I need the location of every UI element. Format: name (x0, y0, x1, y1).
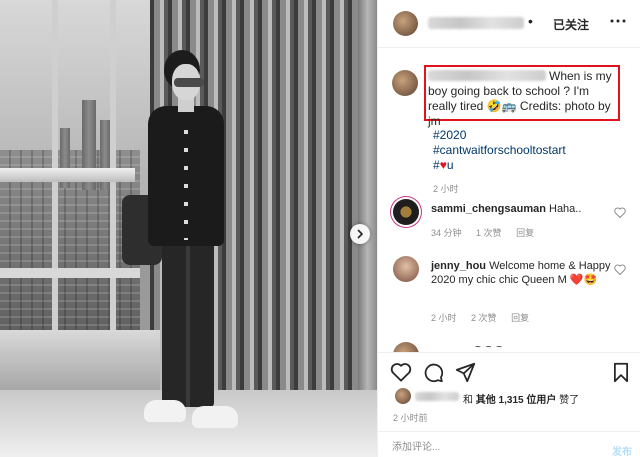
heart-outline-icon (390, 363, 412, 382)
comment-like-count[interactable]: 2 次赞 (471, 313, 497, 323)
hashtag-link[interactable]: #cantwaitforschooltostart (433, 143, 566, 158)
caption-hashtags: #2020 #cantwaitforschooltostart #♥u (433, 128, 566, 173)
window-frame (0, 268, 140, 278)
comment-text: Haha.. (549, 203, 582, 215)
window-frame (52, 0, 58, 330)
comment-time[interactable]: 34 分钟 (431, 228, 462, 238)
person-sneaker (192, 406, 238, 428)
comment-heart-icon[interactable] (614, 207, 626, 218)
post-action-bar (378, 352, 640, 386)
bookmark-icon (614, 362, 628, 382)
caption-text: When is my boy going back to school ? I'… (428, 69, 618, 129)
share-button[interactable] (454, 361, 476, 383)
post-photo[interactable] (0, 0, 377, 457)
author-username-blurred[interactable] (428, 17, 524, 29)
comment-like-count[interactable]: 1 次赞 (476, 228, 502, 238)
commenter-username[interactable]: sammi_chengsauman (431, 203, 546, 215)
person-neck (178, 98, 194, 112)
likes-suffix: 赞了 (559, 395, 580, 406)
likes-prefix: 和 (463, 395, 473, 406)
like-button[interactable] (390, 361, 412, 383)
next-image-button[interactable] (350, 224, 370, 244)
handrail (0, 168, 135, 182)
commenter-avatar[interactable] (393, 256, 419, 282)
post-comment-button[interactable]: 发布 (612, 443, 632, 457)
comment-meta: 2 小时 2 次赞 回复 (431, 311, 541, 324)
commenter-avatar[interactable] (393, 199, 419, 225)
following-button[interactable]: 已关注 (553, 16, 589, 33)
caption-username-blurred[interactable] (428, 70, 546, 81)
person-sunglasses (174, 78, 204, 87)
person-sneaker (144, 400, 186, 422)
liker-avatar[interactable] (395, 388, 411, 404)
post-timestamp[interactable]: 2 小时前 (393, 411, 428, 424)
window-frame (110, 0, 116, 330)
caption-time[interactable]: 2 小时 (433, 182, 459, 195)
add-comment-input[interactable] (392, 439, 592, 455)
comment-heart-icon[interactable] (614, 264, 626, 275)
liker-username-blurred[interactable] (415, 392, 459, 401)
comment-icon (424, 363, 443, 382)
hashtag-link[interactable]: #♥u (433, 158, 566, 173)
chevron-right-icon (357, 229, 364, 239)
author-avatar[interactable] (393, 11, 418, 36)
comment-time[interactable]: 2 小时 (431, 313, 457, 323)
heart-emoji: ♥ (439, 158, 447, 172)
comment-body: sammi_chengsauman Haha.. (431, 202, 611, 216)
post-side-panel: • 已关注 When is my boy going back to schoo… (377, 0, 640, 457)
add-comment-bar: 发布 (378, 431, 640, 457)
caption-author-avatar[interactable] (392, 70, 418, 96)
person-legs (162, 242, 214, 407)
hashtag-link[interactable]: #2020 (433, 128, 566, 143)
hashtag-suffix: u (446, 158, 454, 172)
likes-text: 和 其他 1,315 位用户 赞了 (463, 391, 579, 406)
commenter-username[interactable]: jenny_hou (431, 260, 486, 272)
comment-button[interactable] (422, 361, 444, 383)
likes-others-link[interactable]: 其他 1,315 位用户 (476, 395, 557, 406)
share-icon (455, 362, 475, 382)
more-icon[interactable] (610, 18, 626, 24)
comment-reply-button[interactable]: 回复 (516, 228, 534, 238)
save-button[interactable] (610, 361, 632, 383)
jacket-buttons (184, 130, 188, 240)
photo-person (120, 50, 270, 450)
comment-body: jenny_hou Welcome home & Happy 2020 my c… (431, 259, 611, 287)
comment-meta: 34 分钟 1 次赞 回复 (431, 226, 546, 239)
comment-item-partial: ~ ~ ~ (378, 338, 640, 352)
commenter-avatar[interactable] (393, 342, 419, 352)
header-separator-dot: • (528, 13, 533, 29)
hashtag-prefix: # (433, 158, 440, 172)
partial-comment-text: ~ ~ ~ (475, 342, 504, 352)
likes-summary: 和 其他 1,315 位用户 赞了 (393, 388, 633, 406)
post-header: • 已关注 (378, 0, 640, 48)
comment-reply-button[interactable]: 回复 (511, 313, 529, 323)
